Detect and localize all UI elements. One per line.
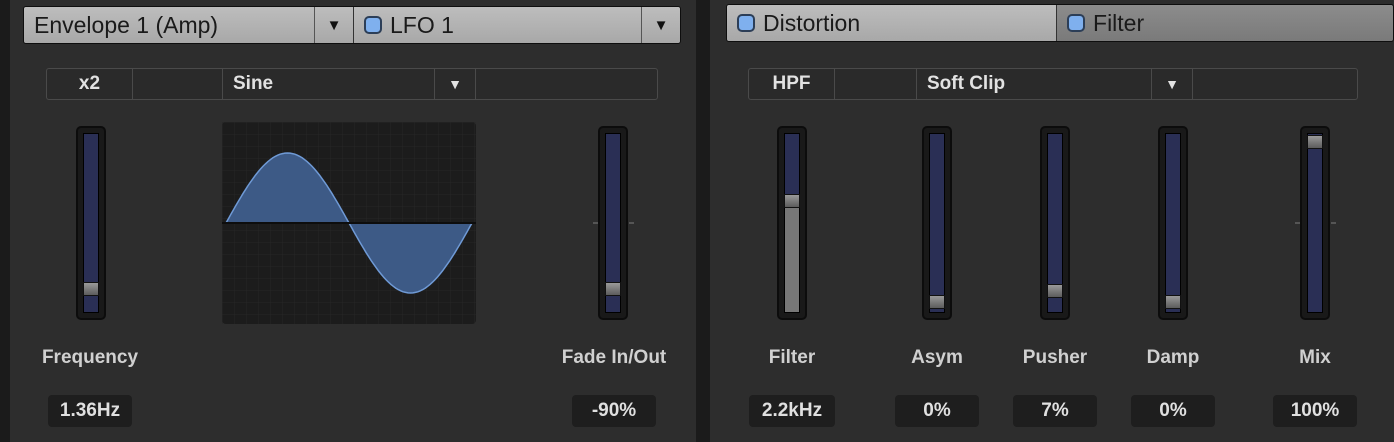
option-spacer: [476, 69, 657, 99]
shape-select[interactable]: Sine ▼: [223, 69, 476, 99]
damp-label: Damp: [1146, 347, 1200, 368]
asym-value[interactable]: 0%: [895, 395, 979, 427]
frequency-slider[interactable]: [76, 126, 106, 320]
option-spacer: [133, 69, 223, 99]
fade-value[interactable]: -90%: [572, 395, 656, 427]
lfo-waveform-display: [222, 122, 476, 324]
lfo-toggle[interactable]: [364, 16, 382, 34]
slider-track: [605, 133, 621, 313]
slider-thumb[interactable]: [605, 282, 621, 297]
lfo-tab-label: LFO 1: [390, 11, 454, 38]
slider-thumb[interactable]: [83, 282, 99, 297]
slider-track: [929, 133, 945, 313]
slider-thumb[interactable]: [1307, 135, 1323, 149]
slider-fill: [785, 199, 799, 312]
caret-down-icon[interactable]: ▼: [434, 69, 475, 99]
slider-track: [1307, 133, 1323, 313]
option-spacer: [835, 69, 917, 99]
sine-waveform: [222, 122, 476, 324]
filter-tab[interactable]: Filter: [1056, 5, 1393, 41]
panel-divider: [696, 0, 710, 442]
filter-toggle[interactable]: [1067, 14, 1086, 32]
slider-thumb[interactable]: [1165, 295, 1181, 309]
fade-slider[interactable]: [598, 126, 628, 320]
pusher-label: Pusher: [1022, 347, 1088, 368]
filter-mode-select[interactable]: HPF: [749, 69, 835, 99]
caret-down-icon[interactable]: ▼: [1151, 69, 1192, 99]
shape-value: Sine: [233, 73, 274, 94]
multiplier-select[interactable]: x2: [47, 69, 133, 99]
filter-value[interactable]: 2.2kHz: [749, 395, 835, 427]
slider-track: [784, 133, 800, 313]
caret-down-icon[interactable]: ▼: [314, 7, 353, 43]
center-tick: [629, 222, 634, 224]
filter-slider[interactable]: [777, 126, 807, 320]
caret-down-icon[interactable]: ▼: [641, 7, 680, 43]
mix-slider[interactable]: [1300, 126, 1330, 320]
envelope-tab-label: Envelope 1 (Amp): [34, 11, 219, 38]
center-tick: [1331, 222, 1336, 224]
pusher-value[interactable]: 7%: [1013, 395, 1097, 427]
asym-slider[interactable]: [922, 126, 952, 320]
slider-thumb[interactable]: [1047, 283, 1063, 298]
distortion-tab-label: Distortion: [763, 9, 861, 36]
fade-label: Fade In/Out: [561, 347, 667, 368]
slider-track: [83, 133, 99, 313]
distortion-options-row: HPF Soft Clip ▼: [748, 68, 1358, 100]
slider-thumb[interactable]: [929, 295, 945, 309]
distortion-tab[interactable]: Distortion: [727, 5, 1057, 41]
damp-slider[interactable]: [1158, 126, 1188, 320]
center-tick: [593, 222, 598, 224]
distortion-type-value: Soft Clip: [927, 73, 1006, 94]
effects-tabbar: Distortion Filter: [726, 4, 1394, 42]
asym-label: Asym: [911, 347, 963, 368]
frequency-label: Frequency: [41, 347, 139, 368]
filter-tab-label: Filter: [1093, 9, 1145, 36]
mix-value[interactable]: 100%: [1273, 395, 1357, 427]
distortion-toggle[interactable]: [737, 14, 755, 32]
lfo-tab[interactable]: LFO 1 ▼: [353, 7, 680, 43]
filter-label: Filter: [768, 347, 816, 368]
lfo-options-row: x2 Sine ▼: [46, 68, 658, 100]
slider-thumb[interactable]: [784, 194, 800, 209]
frequency-value[interactable]: 1.36Hz: [48, 395, 132, 427]
modulation-tabbar: Envelope 1 (Amp) ▼ LFO 1 ▼: [23, 6, 681, 44]
center-tick: [1295, 222, 1300, 224]
option-spacer: [1193, 69, 1357, 99]
slider-track: [1165, 133, 1181, 313]
distortion-type-select[interactable]: Soft Clip ▼: [917, 69, 1193, 99]
multiplier-value: x2: [78, 73, 101, 94]
mix-label: Mix: [1299, 347, 1331, 368]
pusher-slider[interactable]: [1040, 126, 1070, 320]
filter-mode-value: HPF: [772, 73, 811, 94]
slider-track: [1047, 133, 1063, 313]
envelope-tab[interactable]: Envelope 1 (Amp) ▼: [24, 7, 353, 43]
damp-value[interactable]: 0%: [1131, 395, 1215, 427]
